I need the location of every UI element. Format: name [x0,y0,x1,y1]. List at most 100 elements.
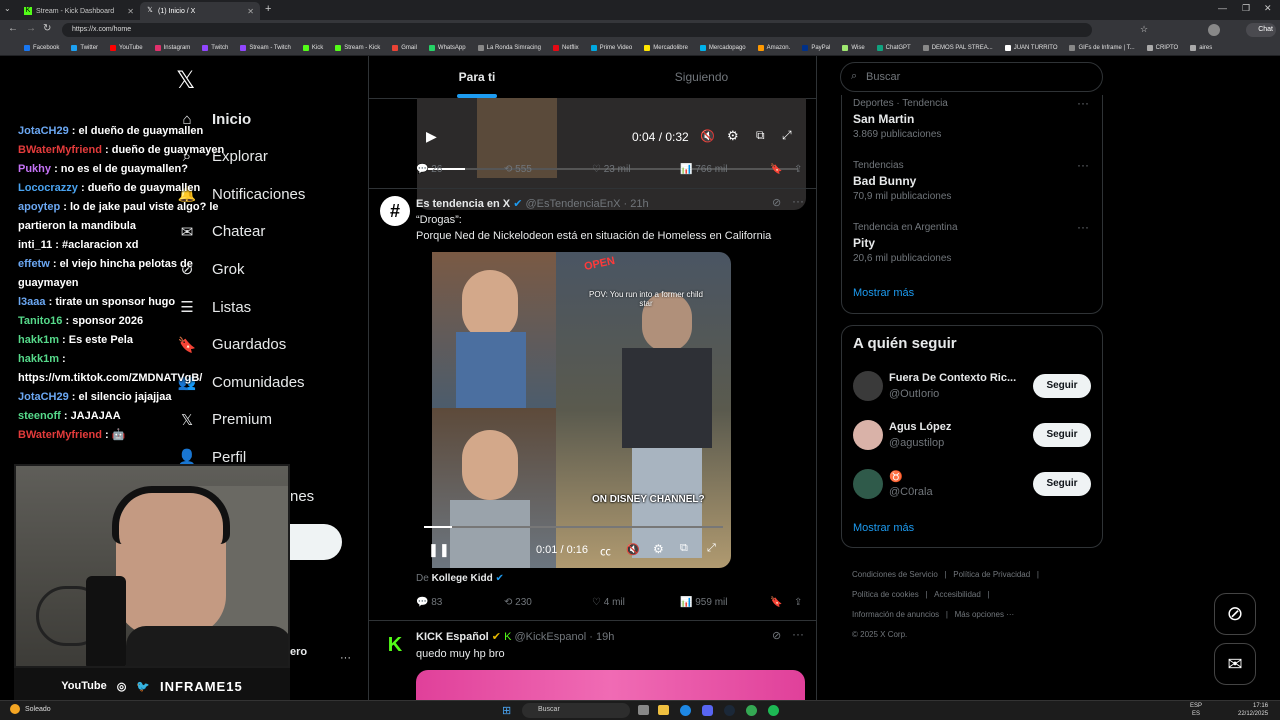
nav-more-partial[interactable]: nes [290,488,314,505]
close-icon[interactable]: ✕ [127,7,134,16]
share-icon[interactable]: ⇪ [794,164,802,175]
file-explorer-icon[interactable] [658,705,669,715]
trend-item[interactable]: Tendencias Bad Bunny 70,9 mil publicacione… [853,160,951,202]
grok-icon[interactable]: ⊘ [772,629,781,642]
minimize-button[interactable]: — [1218,3,1227,13]
bookmark-item[interactable]: DEMOS PAL STREA... [922,44,993,51]
settings-icon[interactable]: ⚙ [727,128,739,144]
follow-button[interactable]: Seguir [1033,423,1091,447]
views-count[interactable]: 📊 959 mil [680,597,770,608]
fullscreen-icon[interactable]: ⤢ [782,128,792,143]
bookmark-item[interactable]: Twitch [202,44,228,51]
footer-link[interactable]: Más opciones ··· [955,610,1015,619]
bookmark-item[interactable]: ChatGPT [876,44,911,51]
footer-link[interactable]: Política de cookies [852,590,919,599]
maximize-button[interactable]: ❐ [1242,3,1250,14]
play-icon[interactable]: ▶ [426,128,437,145]
bookmark-item[interactable]: Netflix [552,44,579,51]
more-icon[interactable]: ··· [792,194,804,208]
clock[interactable]: 17:16 22/12/2025 [1238,702,1268,718]
video-player[interactable] [417,98,806,210]
post-time[interactable]: · 21h [624,198,649,210]
bookmark-item[interactable]: Gmail [392,44,417,51]
tab-search-icon[interactable]: ⌄ [4,4,11,13]
reload-icon[interactable]: ↻ [43,23,51,34]
reply-button[interactable]: 💬 83 [416,597,504,608]
footer-link[interactable]: Política de Privacidad [953,570,1030,579]
x-logo-icon[interactable]: 𝕏 [176,66,195,95]
trend-item[interactable]: Deportes · Tendencia San Martin 3.869 publ… [853,98,948,140]
repost-button[interactable]: ⟲ 555 [504,164,592,175]
chrome-icon[interactable] [746,705,757,716]
follow-name[interactable]: ♉ [889,470,903,483]
follow-name[interactable]: Fuera De Contexto Ric... [889,372,1016,384]
post-button[interactable] [290,524,342,560]
bookmark-item[interactable]: WhatsApp [428,44,466,51]
weather-icon[interactable] [10,704,20,714]
bookmark-item[interactable]: aires [1190,44,1212,51]
avatar[interactable] [853,371,883,401]
repost-button[interactable]: ⟲ 230 [504,597,592,608]
window-close-button[interactable]: ✕ [1264,3,1272,14]
grok-icon[interactable]: ⊘ [772,196,781,209]
task-view-icon[interactable] [638,705,649,715]
copilot-chat-button[interactable]: Chat [1246,23,1276,37]
bookmark-item[interactable]: Stream - Twitch [240,44,291,51]
bookmark-item[interactable]: Amazon. [757,44,790,51]
bookmark-icon[interactable]: 🔖 [770,164,794,175]
fullscreen-icon[interactable]: ⤢ [707,542,716,555]
source-author[interactable]: Kollege Kidd [432,573,493,584]
search-input[interactable]: ⌕ Buscar [840,62,1103,92]
post-time[interactable]: · 19h [589,631,614,643]
account-name-partial[interactable]: ero [290,646,307,658]
tab-for-you[interactable]: Para ti [369,56,585,98]
follow-handle[interactable]: @C0rala [889,486,933,498]
language-indicator[interactable]: ESP ES [1190,702,1202,718]
browser-tab-x[interactable]: 𝕏 (1) Inicio / X ✕ [140,2,260,20]
like-button[interactable]: ♡ 4 mil [592,597,680,608]
trend-more-icon[interactable]: ··· [1077,96,1089,110]
avatar[interactable] [853,420,883,450]
back-icon[interactable]: ← [8,23,18,34]
footer-link[interactable]: Accesibilidad [934,590,981,599]
bookmark-icon[interactable]: 🔖 [770,597,794,608]
follow-button[interactable]: Seguir [1033,374,1091,398]
author-name[interactable]: KICK Español [416,631,489,643]
avatar[interactable]: K [380,630,410,660]
taskbar-search[interactable]: Buscar [522,703,630,718]
forward-icon[interactable]: → [26,23,36,34]
reply-button[interactable]: 💬 26 [416,164,504,175]
post-media[interactable] [416,670,805,700]
pip-icon[interactable]: ⧉ [756,128,765,143]
avatar[interactable]: # [380,196,410,226]
bookmark-item[interactable]: Facebook [24,44,59,51]
show-more-follow[interactable]: Mostrar más [853,522,914,534]
bookmark-item[interactable]: Stream - Kick [335,44,380,51]
bookmark-item[interactable]: YouTube [110,44,143,51]
bookmark-item[interactable]: Prime Video [590,44,632,51]
bookmark-item[interactable]: CRIPTO [1146,44,1178,51]
weather-label[interactable]: Soleado [25,706,51,713]
captions-icon[interactable]: ㏄ [600,543,611,559]
bookmark-item[interactable]: Instagram [154,44,190,51]
bookmark-item[interactable]: Kick [302,44,323,51]
pause-icon[interactable]: ❚❚ [428,542,450,558]
bookmark-item[interactable]: Wise [842,44,865,51]
bookmark-item[interactable]: La Ronda Simracing [477,44,541,51]
follow-handle[interactable]: @agustilop [889,437,944,449]
bookmark-item[interactable]: Mercadopago [699,44,746,51]
account-more-icon[interactable]: ··· [340,652,351,664]
bookmark-item[interactable]: Mercadolibre [644,44,688,51]
discord-icon[interactable] [702,705,713,716]
mute-icon[interactable]: 🔇 [700,129,715,143]
trend-more-icon[interactable]: ··· [1077,158,1089,172]
mute-icon[interactable]: 🔇 [626,543,640,556]
trend-item[interactable]: Tendencia en Argentina Pity 20,6 mil publi… [853,222,958,264]
close-icon[interactable]: ✕ [247,7,254,16]
views-count[interactable]: 📊 766 mil [680,164,770,175]
like-button[interactable]: ♡ 23 mil [592,164,680,175]
video-player[interactable]: OPEN POV: You run into a former child st… [416,252,731,568]
avatar[interactable] [853,469,883,499]
footer-link[interactable]: Información de anuncios [852,610,939,619]
bookmark-item[interactable]: PayPal [802,44,830,51]
